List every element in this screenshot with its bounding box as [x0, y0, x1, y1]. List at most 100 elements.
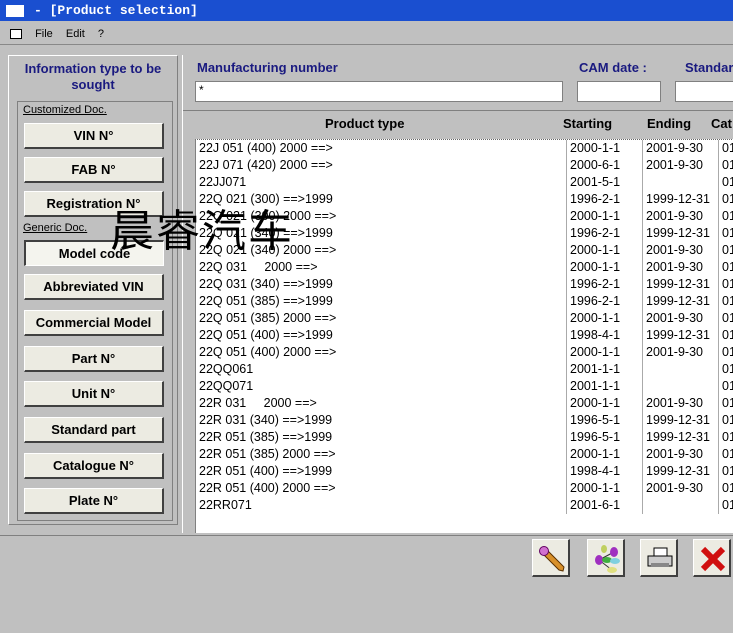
- header-product-type[interactable]: Product type: [325, 116, 404, 131]
- cell-product-type: 22Q 051 (400) 2000 ==>: [199, 345, 337, 359]
- network-button[interactable]: [587, 539, 625, 577]
- cell-ending: 1999-12-31: [642, 412, 718, 429]
- print-button[interactable]: [640, 539, 678, 577]
- cell-ending: 2001-9-30: [642, 259, 718, 276]
- header-ending[interactable]: Ending: [647, 116, 691, 131]
- cell-starting: 2000-1-1: [566, 242, 642, 259]
- cell-starting: 2000-1-1: [566, 446, 642, 463]
- cell-cat: 01: [718, 174, 733, 191]
- abbreviated-vin-button[interactable]: Abbreviated VIN: [24, 274, 164, 300]
- cell-cat: 01: [718, 259, 733, 276]
- table-row[interactable]: 22Q 021 (300) 2000 ==> 2000-1-1 2001-9-30 0…: [196, 208, 733, 225]
- bottom-toolbar: [0, 535, 733, 633]
- menu-edit[interactable]: Edit: [66, 28, 85, 40]
- registration-button[interactable]: Registration N°: [24, 191, 164, 217]
- printer-icon: [647, 547, 673, 567]
- cell-starting: 2000-1-1: [566, 140, 642, 157]
- close-button[interactable]: [693, 539, 731, 577]
- menu-file[interactable]: File: [35, 28, 53, 40]
- generic-doc-label: Generic Doc.: [23, 222, 88, 234]
- cell-product-type: 22Q 051 (385) 2000 ==>: [199, 311, 337, 325]
- cell-ending: 2001-9-30: [642, 395, 718, 412]
- part-number-button[interactable]: Part N°: [24, 346, 164, 372]
- cell-cat: 01: [718, 208, 733, 225]
- system-menu-icon[interactable]: [10, 29, 22, 40]
- cell-starting: 2000-1-1: [566, 395, 642, 412]
- cell-product-type: 22J 051 (400) 2000 ==>: [199, 141, 333, 155]
- cell-cat: 01: [718, 242, 733, 259]
- table-row[interactable]: 22Q 031 2000 ==> 2000-1-12001-9-3001: [196, 259, 733, 276]
- catalogue-number-button[interactable]: Catalogue N°: [24, 453, 164, 479]
- table-row[interactable]: 22Q 051 (385) 2000 ==> 2000-1-1 2001-9-30 0…: [196, 310, 733, 327]
- cell-ending: 2001-9-30: [642, 140, 718, 157]
- table-row[interactable]: 22R 051 (400) 2000 ==> 2000-1-1 2001-9-30 0…: [196, 480, 733, 497]
- header-starting[interactable]: Starting: [563, 116, 612, 131]
- vin-button[interactable]: VIN N°: [24, 123, 164, 149]
- standard-label: Standar: [685, 60, 733, 75]
- table-row[interactable]: 22Q 021 (340) ==>1999 1996-2-1 1999-12-31 0…: [196, 225, 733, 242]
- cell-ending: 1999-12-31: [642, 429, 718, 446]
- table-row[interactable]: 22RR071 2001-6-1 01: [196, 497, 733, 514]
- commercial-model-button[interactable]: Commercial Model: [24, 310, 164, 336]
- table-row[interactable]: 22R 031 (340) ==>1999 1996-5-1 1999-12-31 0…: [196, 412, 733, 429]
- panel-title: Information type to be sought: [24, 61, 162, 92]
- menu-help[interactable]: ?: [98, 28, 104, 40]
- cell-cat: 01: [718, 327, 733, 344]
- cell-cat: 01: [718, 310, 733, 327]
- app-icon: [6, 4, 24, 17]
- cell-starting: 2000-1-1: [566, 208, 642, 225]
- cell-ending: [642, 497, 718, 514]
- table-row[interactable]: 22J 071 (420) 2000 ==> 2000-6-1 2001-9-30 0…: [196, 157, 733, 174]
- standard-part-button[interactable]: Standard part: [24, 417, 164, 443]
- model-code-button[interactable]: Model code: [24, 240, 164, 266]
- unit-number-button[interactable]: Unit N°: [24, 381, 164, 407]
- cell-product-type: 22Q 021 (340) 2000 ==>: [199, 243, 337, 257]
- cell-cat: 01: [718, 157, 733, 174]
- table-row[interactable]: 22R 031 2000 ==> 2000-1-12001-9-3001: [196, 395, 733, 412]
- cell-starting: 2000-1-1: [566, 480, 642, 497]
- edit-button[interactable]: [532, 539, 570, 577]
- table-row[interactable]: 22JJ071 2001-5-1 01: [196, 174, 733, 191]
- product-grid: Product type Starting Ending Cat 22J 051…: [183, 110, 733, 533]
- cam-date-input[interactable]: [577, 81, 661, 102]
- cell-cat: 01: [718, 344, 733, 361]
- table-row[interactable]: 22Q 051 (400) 2000 ==> 2000-1-1 2001-9-30 0…: [196, 344, 733, 361]
- fab-button[interactable]: FAB N°: [24, 157, 164, 183]
- cell-starting: 1996-2-1: [566, 225, 642, 242]
- table-row[interactable]: 22R 051 (400) ==>1999 1998-4-1 1999-12-31 0…: [196, 463, 733, 480]
- cell-product-type: 22Q 031 (340) ==>1999: [199, 277, 333, 291]
- plate-number-button[interactable]: Plate N°: [24, 488, 164, 514]
- cell-product-type: 22RR071: [199, 498, 252, 512]
- table-row[interactable]: 22Q 031 (340) ==>1999 1996-2-1 1999-12-31 0…: [196, 276, 733, 293]
- cell-starting: 1998-4-1: [566, 463, 642, 480]
- table-row[interactable]: 22J 051 (400) 2000 ==> 2000-1-1 2001-9-30 0…: [196, 140, 733, 157]
- pencil-icon: [539, 546, 565, 572]
- cell-ending: 2001-9-30: [642, 208, 718, 225]
- table-row[interactable]: 22Q 021 (340) 2000 ==> 2000-1-1 2001-9-30 0…: [196, 242, 733, 259]
- cell-cat: 01: [718, 412, 733, 429]
- cell-starting: 2000-1-1: [566, 310, 642, 327]
- cell-product-type: 22R 051 (400) ==>1999: [199, 464, 333, 478]
- cell-product-type: 22Q 021 (340) ==>1999: [199, 226, 333, 240]
- table-row[interactable]: 22R 051 (385) ==>1999 1996-5-1 1999-12-31 0…: [196, 429, 733, 446]
- close-x-icon: [700, 546, 726, 572]
- cell-cat: 01: [718, 361, 733, 378]
- table-row[interactable]: 22Q 051 (400) ==>1999 1998-4-1 1999-12-31 0…: [196, 327, 733, 344]
- cell-starting: 2001-1-1: [566, 361, 642, 378]
- table-row[interactable]: 22R 051 (385) 2000 ==> 2000-1-1 2001-9-30 0…: [196, 446, 733, 463]
- cell-starting: 1996-2-1: [566, 276, 642, 293]
- table-row[interactable]: 22QQ071 2001-1-1 01: [196, 378, 733, 395]
- cell-ending: [642, 174, 718, 191]
- standard-input[interactable]: [675, 81, 733, 102]
- cell-ending: 1999-12-31: [642, 327, 718, 344]
- cell-product-type: 22Q 021 (300) 2000 ==>: [199, 209, 337, 223]
- cell-cat: 01: [718, 480, 733, 497]
- cell-starting: 2001-1-1: [566, 378, 642, 395]
- table-row[interactable]: 22Q 051 (385) ==>1999 1996-2-1 1999-12-31 0…: [196, 293, 733, 310]
- table-row[interactable]: 22Q 021 (300) ==>1999 1996-2-1 1999-12-31 0…: [196, 191, 733, 208]
- cell-cat: 01: [718, 463, 733, 480]
- cell-ending: [642, 361, 718, 378]
- header-cat[interactable]: Cat: [711, 116, 732, 131]
- table-row[interactable]: 22QQ061 2001-1-1 01: [196, 361, 733, 378]
- manufacturing-number-input[interactable]: *: [195, 81, 563, 102]
